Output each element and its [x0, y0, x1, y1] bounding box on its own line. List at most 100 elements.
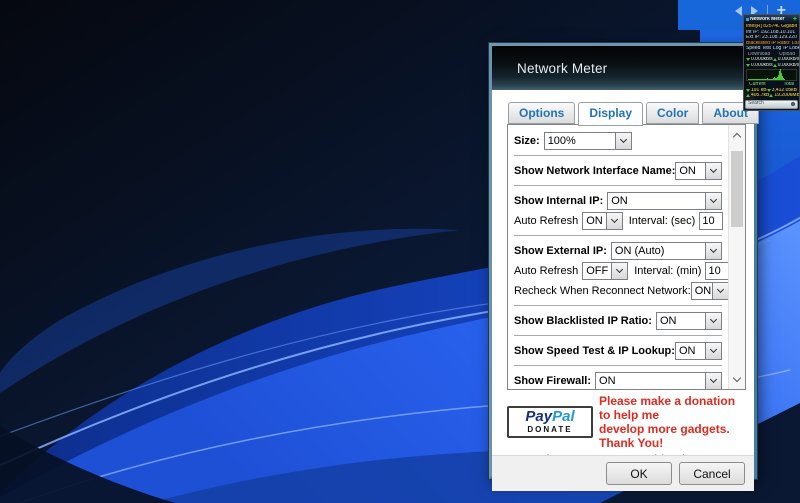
- external-ip-refresh-row: Auto Refresh OFF Interval: (min): [514, 261, 722, 281]
- recheck-dropdown-button[interactable]: [712, 283, 728, 299]
- internal-ip-select[interactable]: ON: [607, 192, 722, 210]
- speed-test-row: Show Speed Test & IP Lookup: ON: [514, 340, 722, 361]
- desktop: + Network Meter Options Display Color Ab…: [0, 0, 800, 503]
- donation-message-line1: Please make a donation to help me: [599, 394, 748, 422]
- paypal-donate-label: DONATE: [509, 425, 591, 434]
- download-arrow-icon: [746, 89, 750, 92]
- recheck-select[interactable]: ON: [691, 282, 729, 300]
- tab-options[interactable]: Options: [508, 102, 575, 124]
- size-dropdown-button[interactable]: [615, 133, 631, 149]
- internal-ip-label: Show Internal IP:: [514, 195, 603, 207]
- download-arrow-icon: [746, 64, 750, 67]
- size-row: Size: 100%: [514, 130, 722, 151]
- gadget-search-box[interactable]: Search: [745, 100, 798, 109]
- chevron-down-icon: [620, 135, 627, 142]
- chevron-down-icon: [611, 216, 618, 223]
- gadget-graph: [746, 69, 797, 81]
- gadget-titlebar[interactable]: Network Meter +: [744, 15, 799, 24]
- back-icon[interactable]: [735, 6, 742, 16]
- chevron-down-icon: [710, 375, 717, 382]
- external-auto-refresh-select[interactable]: OFF: [582, 262, 628, 280]
- dialog-titlebar[interactable]: Network Meter: [492, 46, 754, 90]
- chevron-down-icon: [733, 374, 741, 382]
- chevron-down-icon: [710, 315, 717, 322]
- download-arrow-icon: [746, 58, 750, 61]
- download-arrow-icon: [767, 89, 771, 92]
- speed-test-select[interactable]: ON: [675, 342, 722, 360]
- internal-ip-refresh-row: Auto Refresh ON Interval: (sec): [514, 211, 722, 231]
- speed-test-dropdown-button[interactable]: [705, 343, 721, 359]
- interface-name-row: Show Network Interface Name: ON: [514, 160, 722, 181]
- chevron-down-icon: [710, 165, 717, 172]
- gadget-speed-row: 0.000kb/s 0.000kb/s: [744, 63, 799, 69]
- blacklisted-dropdown-button[interactable]: [705, 313, 721, 329]
- external-interval-label: Interval: (min): [634, 265, 701, 277]
- blacklisted-select[interactable]: ON: [656, 312, 722, 330]
- gadget-search-text: Search: [748, 101, 764, 107]
- internal-auto-refresh-dropdown-button[interactable]: [606, 213, 622, 229]
- external-ip-row: Show External IP: ON (Auto): [514, 240, 722, 261]
- external-auto-refresh-dropdown-button[interactable]: [611, 263, 627, 279]
- internal-ip-dropdown-button[interactable]: [705, 193, 721, 209]
- separator: [514, 305, 722, 306]
- network-meter-gadget[interactable]: Network Meter + Intel[R] 82574L Gigabit …: [743, 14, 800, 111]
- search-icon[interactable]: [791, 102, 795, 106]
- separator: [514, 235, 722, 236]
- firewall-row: Show Firewall: ON: [514, 370, 722, 390]
- interface-name-select[interactable]: ON: [675, 162, 722, 180]
- chevron-down-icon: [710, 345, 717, 352]
- internal-interval-input[interactable]: [699, 212, 723, 230]
- interface-name-value: ON: [676, 163, 705, 179]
- dialog-title: Network Meter: [517, 61, 607, 76]
- donation-section: PayPal DONATE Please make a donation to …: [507, 394, 748, 450]
- tab-bar: Options Display Color About: [508, 102, 754, 124]
- firewall-label: Show Firewall:: [514, 375, 591, 387]
- internal-auto-refresh-value: ON: [583, 213, 606, 229]
- firewall-select[interactable]: ON: [595, 372, 722, 390]
- paypal-donate-button[interactable]: PayPal DONATE: [507, 406, 593, 438]
- speed-test-value: ON: [676, 343, 705, 359]
- blacklisted-value: ON: [657, 313, 705, 329]
- size-select[interactable]: 100%: [544, 132, 632, 150]
- upload-arrow-icon: [746, 94, 750, 97]
- donation-message-line2: develop more gadgets. Thank You!: [599, 422, 748, 450]
- recheck-row: Recheck When Reconnect Network: ON: [514, 281, 722, 301]
- external-interval-input[interactable]: [705, 262, 729, 280]
- blacklisted-label: Show Blacklisted IP Ratio:: [514, 315, 652, 327]
- paypal-logo: PayPal: [509, 409, 591, 425]
- interface-name-dropdown-button[interactable]: [705, 163, 721, 179]
- internal-auto-refresh-select[interactable]: ON: [582, 212, 623, 230]
- tab-color[interactable]: Color: [646, 102, 699, 124]
- chevron-down-icon: [717, 286, 724, 293]
- separator: [514, 185, 722, 186]
- scrollbar-thumb[interactable]: [731, 151, 743, 227]
- dialog-footer: OK Cancel: [492, 455, 754, 491]
- gadget-title: Network Meter: [750, 17, 792, 23]
- internal-ip-value: ON: [608, 193, 705, 209]
- external-ip-dropdown-button[interactable]: [705, 243, 721, 259]
- donation-message: Please make a donation to help me develo…: [599, 394, 748, 450]
- settings-scroll-panel: Size: 100% Show Network Interface Name: …: [507, 124, 746, 390]
- ok-button[interactable]: OK: [606, 462, 672, 485]
- scroll-up-button[interactable]: [729, 127, 745, 143]
- separator: [514, 155, 722, 156]
- chevron-down-icon: [710, 195, 717, 202]
- internal-interval-label: Interval: (sec): [629, 215, 696, 227]
- cancel-button[interactable]: Cancel: [679, 462, 745, 485]
- chevron-up-icon: [733, 133, 741, 141]
- gadget-add-icon[interactable]: +: [793, 16, 797, 23]
- external-ip-select[interactable]: ON (Auto): [611, 242, 722, 260]
- separator: [514, 365, 722, 366]
- speed-test-label: Show Speed Test & IP Lookup:: [514, 345, 675, 357]
- chevron-down-icon: [710, 245, 717, 252]
- external-auto-refresh-label: Auto Refresh: [514, 265, 578, 277]
- interface-name-label: Show Network Interface Name:: [514, 165, 675, 177]
- firewall-dropdown-button[interactable]: [705, 373, 721, 389]
- scrollbar-track[interactable]: [728, 125, 745, 389]
- dialog-body: Options Display Color About Size: 100%: [492, 102, 754, 491]
- tab-display[interactable]: Display: [578, 102, 643, 126]
- firewall-value: ON: [596, 373, 705, 389]
- scroll-down-button[interactable]: [729, 371, 745, 387]
- recheck-value: ON: [692, 283, 712, 299]
- separator: [514, 335, 722, 336]
